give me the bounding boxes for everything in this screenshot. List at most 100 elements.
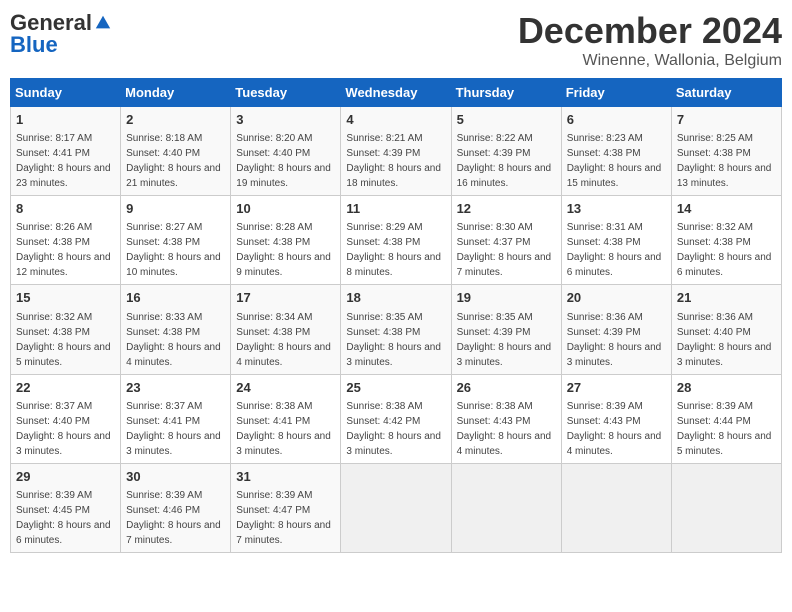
day-info: Sunrise: 8:27 AMSunset: 4:38 PMDaylight:… — [126, 222, 221, 278]
calendar-cell: 25 Sunrise: 8:38 AMSunset: 4:42 PMDayligh… — [341, 374, 451, 463]
day-number: 16 — [126, 289, 225, 307]
day-info: Sunrise: 8:37 AMSunset: 4:41 PMDaylight:… — [126, 401, 221, 457]
calendar-cell: 3 Sunrise: 8:20 AMSunset: 4:40 PMDaylight… — [231, 107, 341, 196]
day-info: Sunrise: 8:29 AMSunset: 4:38 PMDaylight:… — [346, 222, 441, 278]
day-number: 1 — [16, 111, 115, 129]
day-number: 26 — [457, 379, 556, 397]
calendar-cell: 23 Sunrise: 8:37 AMSunset: 4:41 PMDayligh… — [121, 374, 231, 463]
day-info: Sunrise: 8:30 AMSunset: 4:37 PMDaylight:… — [457, 222, 552, 278]
day-info: Sunrise: 8:39 AMSunset: 4:46 PMDaylight:… — [126, 490, 221, 546]
day-number: 23 — [126, 379, 225, 397]
day-info: Sunrise: 8:26 AMSunset: 4:38 PMDaylight:… — [16, 222, 111, 278]
calendar-cell: 30Sunrise: 8:39 AMSunset: 4:46 PMDayligh… — [121, 463, 231, 552]
day-number: 13 — [567, 200, 666, 218]
calendar-cell: 4 Sunrise: 8:21 AMSunset: 4:39 PMDaylight… — [341, 107, 451, 196]
day-number: 6 — [567, 111, 666, 129]
day-info: Sunrise: 8:36 AMSunset: 4:40 PMDaylight:… — [677, 312, 772, 368]
location-subtitle: Winenne, Wallonia, Belgium — [518, 52, 782, 70]
day-info: Sunrise: 8:28 AMSunset: 4:38 PMDaylight:… — [236, 222, 331, 278]
day-info: Sunrise: 8:23 AMSunset: 4:38 PMDaylight:… — [567, 133, 662, 189]
calendar-cell: 28Sunrise: 8:39 AMSunset: 4:44 PMDayligh… — [671, 374, 781, 463]
title-area: December 2024 Winenne, Wallonia, Belgium — [518, 10, 782, 70]
calendar-cell: 5 Sunrise: 8:22 AMSunset: 4:39 PMDaylight… — [451, 107, 561, 196]
calendar-cell: 11Sunrise: 8:29 AMSunset: 4:38 PMDayligh… — [341, 196, 451, 285]
calendar-cell: 9 Sunrise: 8:27 AMSunset: 4:38 PMDaylight… — [121, 196, 231, 285]
calendar-cell: 22 Sunrise: 8:37 AMSunset: 4:40 PMDayligh… — [11, 374, 121, 463]
calendar-cell: 19Sunrise: 8:35 AMSunset: 4:39 PMDayligh… — [451, 285, 561, 374]
day-info: Sunrise: 8:37 AMSunset: 4:40 PMDaylight:… — [16, 401, 111, 457]
day-info: Sunrise: 8:32 AMSunset: 4:38 PMDaylight:… — [677, 222, 772, 278]
calendar-cell: 15 Sunrise: 8:32 AMSunset: 4:38 PMDayligh… — [11, 285, 121, 374]
day-info: Sunrise: 8:38 AMSunset: 4:42 PMDaylight:… — [346, 401, 441, 457]
calendar-cell: 31Sunrise: 8:39 AMSunset: 4:47 PMDayligh… — [231, 463, 341, 552]
header: General Blue December 2024 Winenne, Wall… — [10, 10, 782, 70]
day-info: Sunrise: 8:32 AMSunset: 4:38 PMDaylight:… — [16, 312, 111, 368]
calendar-cell: 26 Sunrise: 8:38 AMSunset: 4:43 PMDayligh… — [451, 374, 561, 463]
day-number: 7 — [677, 111, 776, 129]
day-info: Sunrise: 8:39 AMSunset: 4:45 PMDaylight:… — [16, 490, 111, 546]
month-title: December 2024 — [518, 10, 782, 52]
calendar-cell: 18Sunrise: 8:35 AMSunset: 4:38 PMDayligh… — [341, 285, 451, 374]
day-number: 22 — [16, 379, 115, 397]
day-info: Sunrise: 8:18 AMSunset: 4:40 PMDaylight:… — [126, 133, 221, 189]
day-info: Sunrise: 8:22 AMSunset: 4:39 PMDaylight:… — [457, 133, 552, 189]
logo-triangle-icon — [94, 14, 112, 32]
day-info: Sunrise: 8:31 AMSunset: 4:38 PMDaylight:… — [567, 222, 662, 278]
col-wednesday: Wednesday — [341, 79, 451, 107]
day-info: Sunrise: 8:17 AMSunset: 4:41 PMDaylight:… — [16, 133, 111, 189]
calendar-cell: 16 Sunrise: 8:33 AMSunset: 4:38 PMDayligh… — [121, 285, 231, 374]
calendar-cell: 6 Sunrise: 8:23 AMSunset: 4:38 PMDaylight… — [561, 107, 671, 196]
day-number: 14 — [677, 200, 776, 218]
col-saturday: Saturday — [671, 79, 781, 107]
day-number: 9 — [126, 200, 225, 218]
col-tuesday: Tuesday — [231, 79, 341, 107]
calendar-cell — [341, 463, 451, 552]
calendar-week-row: 15 Sunrise: 8:32 AMSunset: 4:38 PMDayligh… — [11, 285, 782, 374]
day-number: 2 — [126, 111, 225, 129]
day-number: 5 — [457, 111, 556, 129]
day-number: 10 — [236, 200, 335, 218]
logo: General Blue — [10, 10, 112, 58]
col-thursday: Thursday — [451, 79, 561, 107]
calendar-cell — [671, 463, 781, 552]
calendar-cell: 2 Sunrise: 8:18 AMSunset: 4:40 PMDaylight… — [121, 107, 231, 196]
day-number: 28 — [677, 379, 776, 397]
day-info: Sunrise: 8:35 AMSunset: 4:38 PMDaylight:… — [346, 312, 441, 368]
day-info: Sunrise: 8:39 AMSunset: 4:47 PMDaylight:… — [236, 490, 331, 546]
day-number: 25 — [346, 379, 445, 397]
day-number: 27 — [567, 379, 666, 397]
day-number: 29 — [16, 468, 115, 486]
day-number: 15 — [16, 289, 115, 307]
calendar-week-row: 22 Sunrise: 8:37 AMSunset: 4:40 PMDayligh… — [11, 374, 782, 463]
col-monday: Monday — [121, 79, 231, 107]
calendar-week-row: 29 Sunrise: 8:39 AMSunset: 4:45 PMDayligh… — [11, 463, 782, 552]
calendar-cell: 24Sunrise: 8:38 AMSunset: 4:41 PMDayligh… — [231, 374, 341, 463]
calendar-cell: 14 Sunrise: 8:32 AMSunset: 4:38 PMDayligh… — [671, 196, 781, 285]
day-info: Sunrise: 8:21 AMSunset: 4:39 PMDaylight:… — [346, 133, 441, 189]
day-number: 21 — [677, 289, 776, 307]
day-number: 3 — [236, 111, 335, 129]
day-info: Sunrise: 8:33 AMSunset: 4:38 PMDaylight:… — [126, 312, 221, 368]
day-info: Sunrise: 8:35 AMSunset: 4:39 PMDaylight:… — [457, 312, 552, 368]
day-number: 20 — [567, 289, 666, 307]
day-info: Sunrise: 8:20 AMSunset: 4:40 PMDaylight:… — [236, 133, 331, 189]
calendar-week-row: 8 Sunrise: 8:26 AMSunset: 4:38 PMDaylight… — [11, 196, 782, 285]
day-info: Sunrise: 8:36 AMSunset: 4:39 PMDaylight:… — [567, 312, 662, 368]
day-number: 12 — [457, 200, 556, 218]
calendar-cell: 10 Sunrise: 8:28 AMSunset: 4:38 PMDayligh… — [231, 196, 341, 285]
calendar-cell: 17Sunrise: 8:34 AMSunset: 4:38 PMDayligh… — [231, 285, 341, 374]
day-number: 17 — [236, 289, 335, 307]
calendar-cell: 29 Sunrise: 8:39 AMSunset: 4:45 PMDayligh… — [11, 463, 121, 552]
calendar-cell: 20 Sunrise: 8:36 AMSunset: 4:39 PMDayligh… — [561, 285, 671, 374]
day-number: 8 — [16, 200, 115, 218]
calendar-cell: 1 Sunrise: 8:17 AMSunset: 4:41 PMDaylight… — [11, 107, 121, 196]
calendar-header-row: Sunday Monday Tuesday Wednesday Thursday… — [11, 79, 782, 107]
day-number: 4 — [346, 111, 445, 129]
col-sunday: Sunday — [11, 79, 121, 107]
day-info: Sunrise: 8:25 AMSunset: 4:38 PMDaylight:… — [677, 133, 772, 189]
calendar-cell: 7 Sunrise: 8:25 AMSunset: 4:38 PMDaylight… — [671, 107, 781, 196]
logo-blue-text: Blue — [10, 32, 58, 58]
calendar-table: Sunday Monday Tuesday Wednesday Thursday… — [10, 78, 782, 553]
calendar-cell: 13 Sunrise: 8:31 AMSunset: 4:38 PMDayligh… — [561, 196, 671, 285]
day-info: Sunrise: 8:38 AMSunset: 4:43 PMDaylight:… — [457, 401, 552, 457]
